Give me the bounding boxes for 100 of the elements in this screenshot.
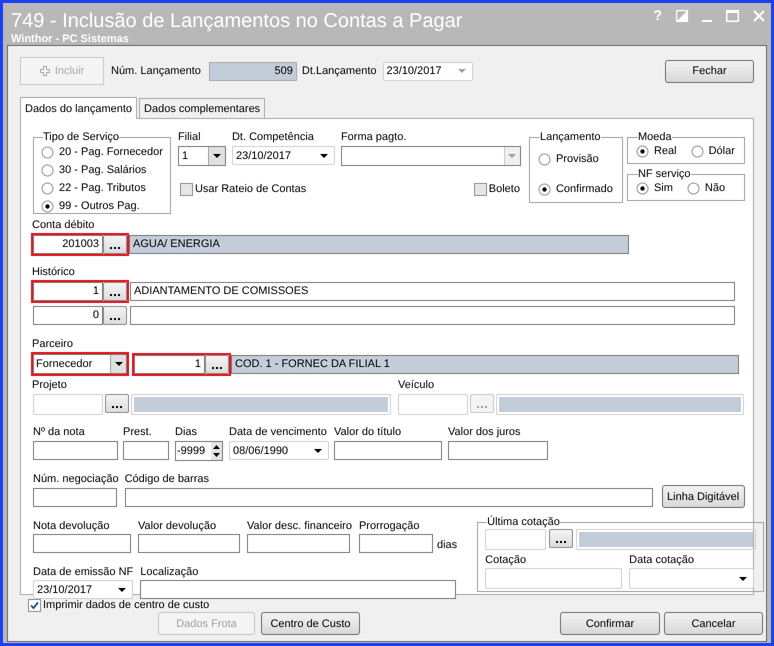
spin-field[interactable]: -9999 (175, 441, 223, 461)
field-label: Cotação (485, 553, 528, 567)
radio-button[interactable] (538, 152, 551, 166)
text-field[interactable] (334, 441, 442, 460)
caret-icon (212, 154, 221, 158)
field-label: Forma pagto. (340, 130, 408, 144)
checkbox[interactable] (28, 598, 41, 612)
dropdown-button[interactable] (208, 147, 225, 165)
dropdown-field[interactable]: 23/10/2017 (33, 580, 133, 599)
lookup-button[interactable] (103, 282, 127, 301)
dropdown-field[interactable]: 23/10/2017 (232, 146, 335, 165)
lookup-button[interactable] (549, 529, 574, 548)
field-label: Histórico (32, 265, 76, 279)
caret-icon (118, 588, 126, 592)
text-field[interactable]: 0 (33, 306, 103, 325)
checkbox[interactable] (474, 182, 487, 196)
field-label: Veículo (398, 378, 436, 392)
text-field[interactable] (123, 441, 169, 460)
radio-label: Provisão (556, 152, 599, 166)
field-label: Parceiro (32, 337, 74, 351)
field-label: Valor devolução (138, 519, 218, 533)
radio-button[interactable] (636, 144, 649, 158)
dropdown-field[interactable]: 08/06/1990 (229, 441, 329, 460)
window-subtitle: Winthor - PC Sistemas (11, 33, 130, 45)
radio-button[interactable] (686, 182, 700, 194)
lookup-button[interactable] (105, 394, 129, 413)
dropdown-button[interactable] (110, 355, 126, 373)
radio-button[interactable] (690, 144, 704, 158)
lookup-button[interactable] (103, 235, 127, 254)
radio-button[interactable] (41, 164, 54, 176)
field-label: Nota devolução (33, 519, 110, 533)
caret-icon (458, 69, 466, 73)
field-label: Núm. Lançamento (111, 64, 201, 78)
text-field[interactable] (124, 488, 653, 507)
field-label: Valor dos juros (448, 425, 522, 439)
text-field[interactable] (138, 534, 240, 553)
dialog-button[interactable]: Fechar (665, 60, 754, 82)
radio-label: 20 - Pag. Fornecedor (59, 145, 163, 159)
text-field[interactable] (140, 580, 456, 599)
field-label: Dt.Lançamento (302, 64, 376, 78)
dropdown-field[interactable] (340, 146, 521, 166)
window-title: 749 - Inclusão de Lançamentos no Contas a Pagar (11, 9, 462, 33)
radio-button[interactable] (41, 146, 54, 158)
group-title: NF serviço (638, 168, 691, 181)
description-field: COD. 1 - FORNEC DA FILIAL 1 (231, 354, 739, 374)
field-label: Conta débito (32, 218, 96, 232)
checkbox[interactable] (180, 182, 193, 196)
text-field[interactable]: 1 (33, 282, 103, 301)
text-field[interactable] (33, 441, 118, 460)
dialog-button[interactable]: Centro de Custo (261, 612, 360, 635)
caret-icon (508, 154, 516, 158)
radio-label: 99 - Outros Pag. (59, 199, 140, 213)
checkbox-label: Boleto (488, 182, 520, 196)
tab[interactable]: Dados complementares (139, 98, 266, 118)
dropdown-field[interactable]: 1 (178, 146, 226, 166)
lookup-button[interactable] (103, 306, 127, 325)
radio-button[interactable] (538, 182, 551, 196)
field-label: Código de barras (124, 472, 210, 486)
field-label: Dias (175, 425, 198, 439)
dropdown-field[interactable]: 23/10/2017 (382, 62, 472, 80)
text-field[interactable] (358, 534, 433, 553)
text-field[interactable]: 201003 (33, 235, 103, 254)
group-title: Moeda (638, 131, 672, 144)
radio-button[interactable] (636, 182, 649, 194)
radio-label: Não (704, 181, 726, 195)
radio-label: Confirmado (556, 182, 613, 196)
radio-button[interactable] (41, 182, 54, 194)
field-label: Valor desc. financeiro (247, 519, 352, 533)
checkbox-label: Imprimir dados de centro de custo (43, 598, 210, 612)
dialog-button[interactable]: Cancelar (664, 612, 763, 635)
number-field[interactable]: 509 (208, 62, 297, 80)
checkbox-label: Usar Rateio de Contas (194, 182, 306, 196)
dropdown-field[interactable]: Fornecedor (33, 354, 127, 374)
caret-icon (314, 448, 322, 452)
caret-icon (114, 362, 122, 366)
description-field: AGUA/ ENERGIA (129, 235, 629, 254)
text-field[interactable] (33, 488, 117, 507)
text-field[interactable] (247, 534, 350, 553)
lookup-button[interactable] (205, 354, 229, 374)
radio-label: Real (654, 144, 677, 158)
text-field[interactable] (448, 441, 548, 460)
field-label: Data cotação (629, 553, 695, 567)
field-label: Nº da nota (33, 425, 86, 439)
group-title: Lançamento (540, 131, 600, 144)
radio-button[interactable] (41, 200, 54, 212)
field-label: Núm. negociação (33, 472, 119, 486)
field-label: Valor do título (334, 425, 402, 439)
radio-label: Sim (654, 181, 673, 195)
field-label: Data de vencimento (229, 425, 328, 439)
radio-label: 22 - Pag. Tributos (59, 181, 146, 195)
dialog-button[interactable]: Linha Digitável (662, 485, 745, 508)
text-field[interactable] (33, 534, 131, 553)
text-field[interactable]: 1 (134, 354, 205, 374)
radio-label: Dólar (708, 144, 735, 158)
description-field: ADIANTAMENTO DE COMISSOES (130, 282, 735, 301)
field-label: Projeto (32, 378, 68, 392)
dialog-button[interactable]: Confirmar (560, 612, 660, 635)
field-label: Prest. (123, 425, 153, 439)
spin-arrows-icon[interactable] (211, 442, 222, 460)
tab[interactable]: Dados do lançamento (20, 97, 138, 119)
